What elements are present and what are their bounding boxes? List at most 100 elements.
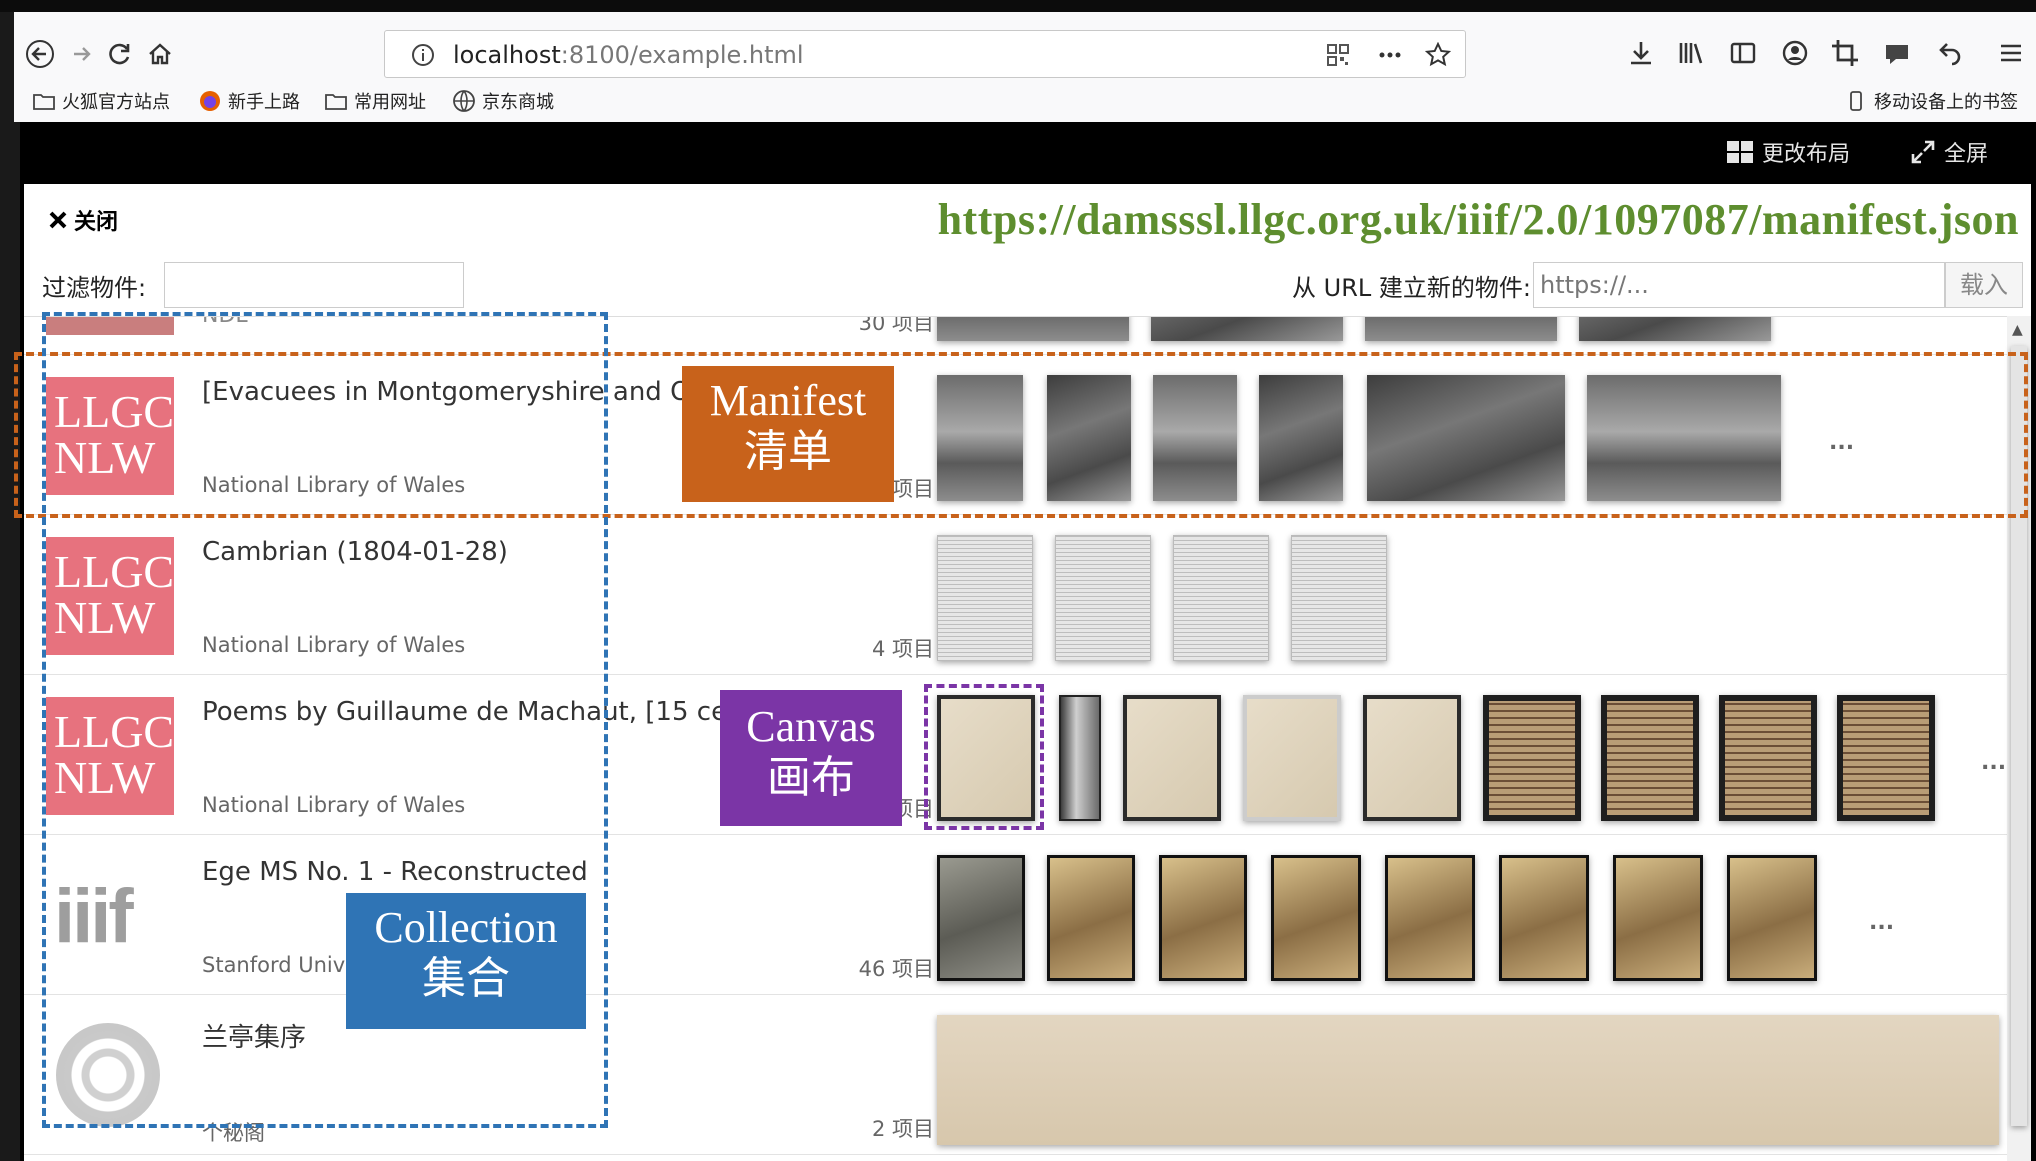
canvas-thumbnail[interactable]	[1059, 695, 1101, 821]
forward-arrow-icon	[74, 47, 91, 61]
reload-button[interactable]	[100, 34, 140, 74]
manifest-url-caption: https://damsssl.llgc.org.uk/iiif/2.0/109…	[937, 195, 2019, 244]
back-button[interactable]	[20, 34, 60, 74]
home-icon	[149, 43, 171, 65]
chat-button[interactable]	[1880, 36, 1914, 70]
filter-label: 过滤物件:	[42, 274, 147, 302]
canvas-thumbnail[interactable]	[1579, 317, 1771, 341]
bookmark-mobile[interactable]: 移动设备上的书签	[1844, 88, 2018, 114]
bookmark-getting-started[interactable]: 新手上路	[198, 88, 300, 114]
canvas-thumbnail[interactable]	[1837, 695, 1935, 821]
close-label: 关闭	[74, 210, 119, 235]
window-top-edge	[0, 0, 2036, 12]
screen: localhost:8100/example.html 火狐官方站点 新手上路 …	[0, 0, 2036, 1161]
manifest-item-count: 4 项目	[871, 637, 934, 661]
manifest-item-count: 2 项目	[871, 1117, 934, 1141]
bookmark-label: 移动设备上的书签	[1874, 92, 2018, 113]
from-url-label: 从 URL 建立新的物件:	[1292, 274, 1531, 302]
library-icon	[1679, 43, 1703, 64]
canvas-thumbnail[interactable]	[1613, 855, 1703, 981]
canvas-thumbnail[interactable]	[1123, 695, 1221, 821]
account-button[interactable]	[1778, 36, 1812, 70]
canvas-thumbnail[interactable]	[1243, 695, 1341, 821]
speech-bubble-icon	[1886, 45, 1908, 64]
sidebar-icon	[1730, 42, 1756, 64]
folder-icon	[325, 94, 347, 110]
manifest-item-count: 46 项目	[858, 957, 934, 981]
canvas-thumbnail[interactable]	[1601, 695, 1699, 821]
crop-icon	[1832, 40, 1858, 66]
canvas-thumbnail[interactable]	[1159, 855, 1247, 981]
canvas-thumbnail[interactable]	[1363, 695, 1461, 821]
download-icon	[1631, 42, 1651, 65]
canvas-thumbnail[interactable]	[1483, 695, 1581, 821]
canvas-thumbnail[interactable]	[1047, 855, 1135, 981]
canvas-thumbnail[interactable]	[937, 1015, 1999, 1145]
forward-button[interactable]	[62, 34, 102, 74]
canvas-thumbnail[interactable]	[937, 317, 1129, 341]
canvas-thumbnail[interactable]	[1151, 317, 1343, 341]
qr-code-icon[interactable]	[1325, 42, 1351, 68]
annotation-text: Canvas	[746, 702, 876, 751]
page-actions-icon[interactable]	[1377, 42, 1403, 68]
url-host: localhost	[453, 41, 561, 69]
scroll-up-icon[interactable]: ▲	[2012, 322, 2023, 338]
address-bar[interactable]: localhost:8100/example.html	[384, 30, 1466, 78]
sidebar-button[interactable]	[1726, 36, 1760, 70]
fullscreen-label: 全屏	[1944, 142, 1989, 167]
home-button[interactable]	[140, 34, 180, 74]
bookmark-jd-mall[interactable]: 京东商城	[452, 88, 554, 114]
hamburger-menu-icon	[2001, 44, 2021, 62]
canvas-thumbnail[interactable]	[1055, 535, 1151, 661]
filter-input[interactable]	[164, 262, 464, 308]
grid-layout-icon	[1727, 141, 1753, 163]
canvas-thumbnail[interactable]	[1719, 695, 1817, 821]
bookmark-firefox-site[interactable]: 火狐官方站点	[32, 88, 170, 114]
more-thumbnails[interactable]: ...	[1869, 910, 1894, 935]
annotation-text: 清单	[744, 426, 832, 476]
undo-button[interactable]	[1932, 36, 1966, 70]
folder-icon	[33, 94, 55, 110]
bookmark-star-icon[interactable]	[1425, 42, 1451, 68]
viewer-toolbar: 更改布局 全屏	[20, 122, 2036, 182]
info-icon[interactable]	[411, 43, 435, 67]
download-button[interactable]	[1624, 36, 1658, 70]
canvas-thumbnail[interactable]	[937, 535, 1033, 661]
canvas-thumbnail[interactable]	[1385, 855, 1475, 981]
library-button[interactable]	[1674, 36, 1708, 70]
change-layout-label: 更改布局	[1762, 142, 1851, 167]
mobile-device-icon	[1850, 91, 1862, 111]
account-icon	[1782, 40, 1808, 66]
canvas-thumbnail[interactable]	[1365, 317, 1557, 341]
firefox-icon	[200, 91, 220, 111]
undo-icon	[1939, 43, 1961, 66]
canvas-highlight-box	[924, 684, 1044, 830]
annotation-text: Manifest	[709, 376, 867, 425]
canvas-thumbnail[interactable]	[1291, 535, 1387, 661]
url-path: :8100/example.html	[560, 41, 804, 69]
annotation-text: 画布	[767, 752, 855, 802]
canvas-thumbnail[interactable]	[937, 855, 1025, 981]
manifest-url-input[interactable]: https://...	[1533, 262, 1945, 308]
bookmark-label: 常用网址	[354, 92, 426, 113]
bookmark-label: 京东商城	[482, 92, 554, 113]
menu-button[interactable]	[1994, 36, 2028, 70]
canvas-thumbnail[interactable]	[1271, 855, 1361, 981]
canvas-thumbnail[interactable]	[1173, 535, 1269, 661]
browser-chrome: localhost:8100/example.html 火狐官方站点 新手上路 …	[14, 12, 2036, 122]
bookmark-common-sites[interactable]: 常用网址	[324, 88, 426, 114]
reload-icon	[109, 43, 130, 65]
more-thumbnails[interactable]: ...	[1981, 750, 2006, 775]
manifest-annotation-label: Manifest 清单	[682, 366, 894, 502]
fullscreen-button[interactable]: 全屏	[1910, 136, 1988, 168]
annotation-text: Collection	[374, 903, 558, 952]
globe-icon	[453, 90, 475, 112]
screenshot-button[interactable]	[1828, 36, 1862, 70]
load-button[interactable]: 载入	[1945, 262, 2023, 308]
change-layout-button[interactable]: 更改布局	[1726, 136, 1850, 168]
canvas-thumbnail[interactable]	[1727, 855, 1817, 981]
canvas-thumbnail[interactable]	[1499, 855, 1589, 981]
close-button[interactable]: 关闭	[48, 204, 118, 236]
back-arrow-icon	[26, 40, 54, 68]
expand-icon	[1911, 140, 1935, 164]
